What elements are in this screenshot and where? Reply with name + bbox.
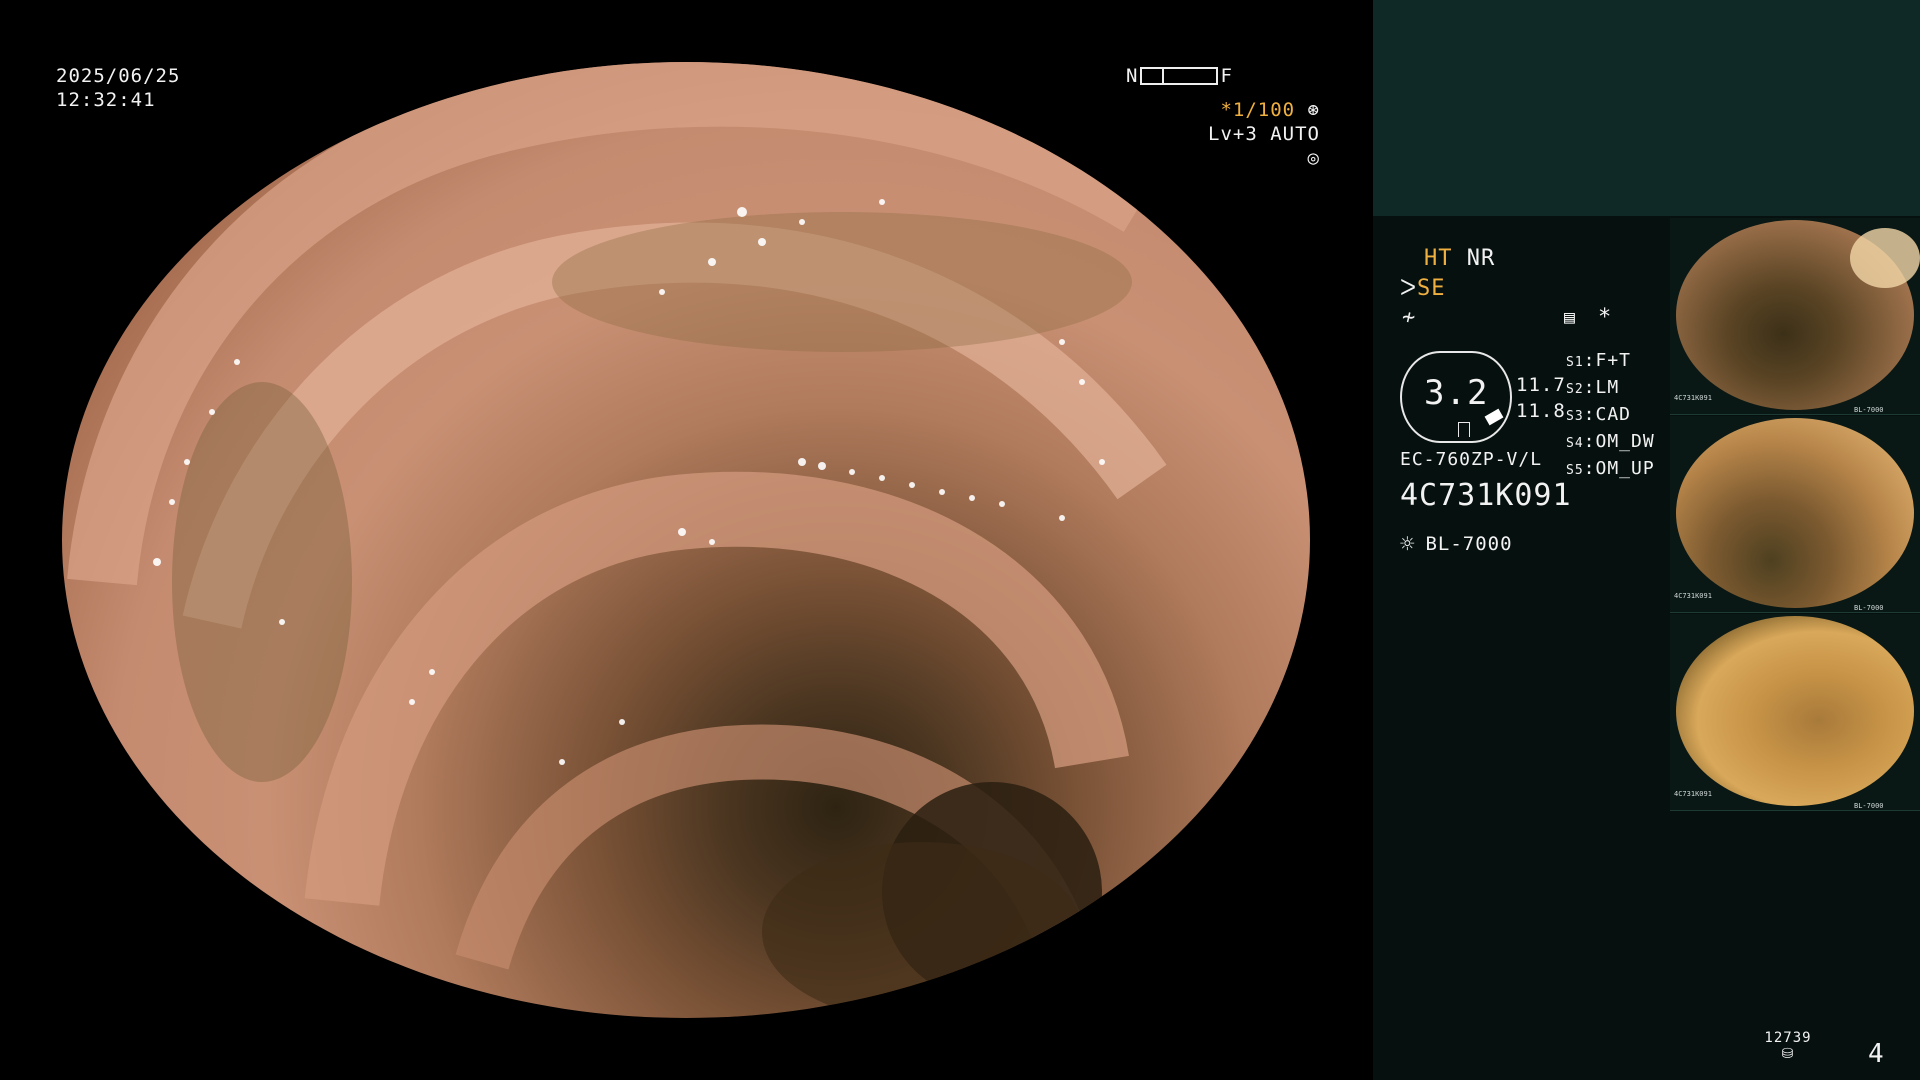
zoom-value: 3.2 xyxy=(1424,373,1489,413)
thumbnail-3[interactable]: 4C731K091 BL-7000 xyxy=(1670,614,1920,811)
image-mode-block: HT NR xyxy=(1424,244,1495,274)
thumbnail-1[interactable]: 4C731K091 BL-7000 xyxy=(1670,218,1920,415)
thumbnail-caption: 4C731K091 xyxy=(1674,790,1712,798)
storage-icon: ⛁ xyxy=(1781,1046,1795,1062)
thumbnail-light: BL-7000 xyxy=(1854,406,1884,414)
shutter-speed: *1/100 xyxy=(1220,99,1296,121)
image-count: 4 xyxy=(1868,1039,1885,1069)
thumbnail-glare xyxy=(1850,228,1920,288)
thumbnail-2[interactable]: 4C731K091 BL-7000 xyxy=(1670,416,1920,613)
focus-bar xyxy=(1140,67,1219,85)
switch-row: S2:LM xyxy=(1566,377,1620,398)
mucosa-folds xyxy=(67,62,1167,1018)
light-source-label: BL-7000 xyxy=(1425,533,1513,555)
se-block: ᐳSE xyxy=(1400,274,1446,304)
measure-values: 11.7 11.8 xyxy=(1516,372,1566,424)
thumbnail-light: BL-7000 xyxy=(1854,802,1884,810)
focus-near-label: N xyxy=(1126,65,1139,87)
nr-mode: NR xyxy=(1466,246,1496,271)
star-mark: * xyxy=(1598,305,1613,330)
se-mode: SE xyxy=(1417,276,1446,301)
focus-indicator: N F xyxy=(1126,64,1233,88)
light-source-icon: ☼ xyxy=(1400,530,1416,558)
time-text: 12:32:41 xyxy=(56,89,156,111)
switch-row: S3:CAD xyxy=(1566,404,1632,425)
thumbnail-light: BL-7000 xyxy=(1854,604,1884,612)
thumbnail-caption: 4C731K091 xyxy=(1674,592,1712,600)
panel-header-band xyxy=(1373,0,1920,216)
memory-icon: ▤ xyxy=(1564,307,1576,328)
switch-list: S1:F+T S2:LM S3:CAD S4:OM_DW S5:OM_UP xyxy=(1566,348,1655,483)
counter-value: 12739 xyxy=(1764,1030,1812,1046)
ht-mode: HT xyxy=(1424,246,1453,271)
iris-mode: Lv+3 AUTO xyxy=(1208,123,1320,145)
switch-row: S5:OM_UP xyxy=(1566,458,1655,479)
date-text: 2025/06/25 xyxy=(56,65,181,87)
light-source-row: ☼ BL-7000 xyxy=(1400,532,1513,556)
value-bottom: 11.8 xyxy=(1516,400,1566,422)
exposure-info: *1/100 ⊛ Lv+3 AUTO ◎ xyxy=(1190,98,1320,170)
switch-row: S4:OM_DW xyxy=(1566,431,1655,452)
switch-row: S1:F+T xyxy=(1566,350,1632,371)
aperture-icon: ⊛ xyxy=(1307,99,1320,121)
auto-iris-icon: ◎ xyxy=(1307,147,1320,169)
storage-counter: 12739 ⛁ xyxy=(1764,1030,1812,1062)
endoscopic-image xyxy=(62,62,1310,1018)
thumbnail-caption: 4C731K091 xyxy=(1674,394,1712,402)
scope-serial: 4C731K091 xyxy=(1400,478,1572,513)
scope-model: EC-760ZP-V/L xyxy=(1400,449,1543,470)
focus-far-label: F xyxy=(1220,65,1233,87)
color-mode-icon: ≁ xyxy=(1402,305,1417,330)
value-top: 11.7 xyxy=(1516,374,1566,396)
zoom-gauge-icon xyxy=(1458,422,1470,437)
date-time: 2025/06/25 12:32:41 xyxy=(56,64,180,112)
structure-enhance-icon: ᐳ xyxy=(1400,276,1418,301)
